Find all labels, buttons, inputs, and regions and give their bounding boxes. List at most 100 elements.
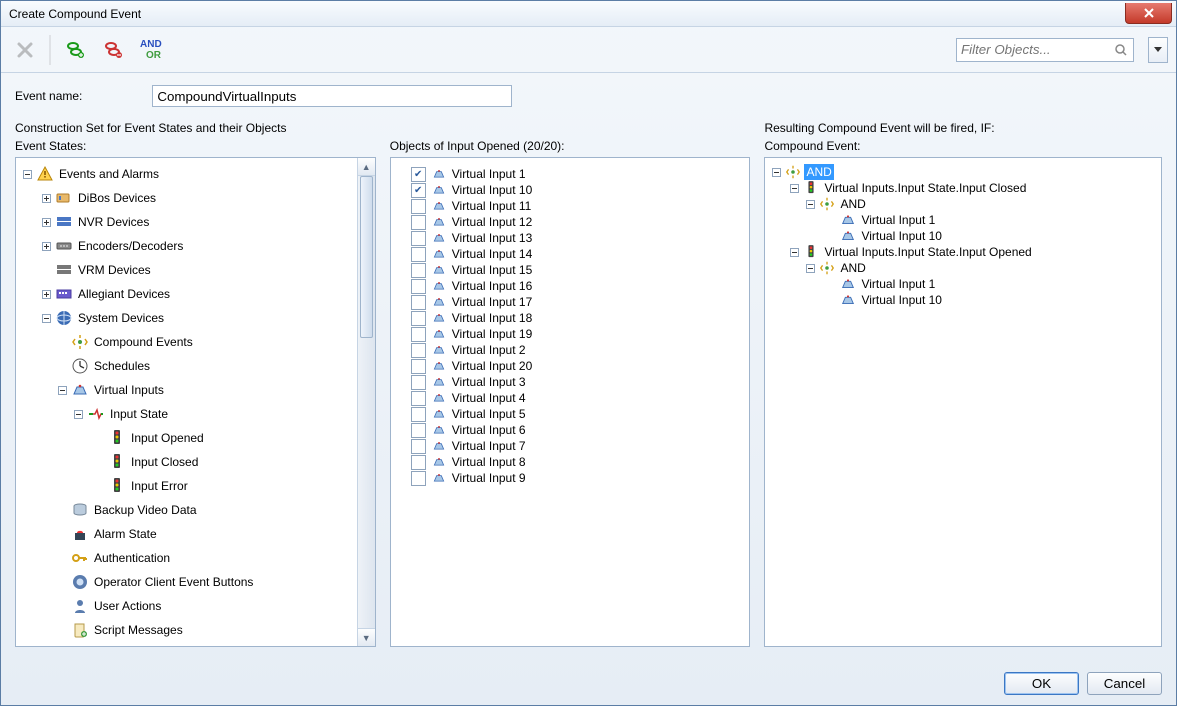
expand-toggle[interactable] xyxy=(41,193,52,204)
object-checkbox[interactable]: ✔ xyxy=(411,183,426,198)
tree-node[interactable]: Allegiant Devices xyxy=(76,286,172,302)
tree-node[interactable]: System Devices xyxy=(76,310,166,326)
tree-node[interactable]: Virtual Inputs xyxy=(92,382,166,398)
compound-event-tree[interactable]: AND Virtual Inputs.Input State.Input Clo… xyxy=(764,157,1162,647)
scroll-down-icon[interactable]: ▼ xyxy=(358,628,375,646)
result-root-and[interactable]: AND xyxy=(804,164,833,180)
result-node[interactable]: Virtual Input 1 xyxy=(859,212,937,228)
result-node[interactable]: Virtual Inputs.Input State.Input Opened xyxy=(822,244,1033,260)
object-checkbox[interactable] xyxy=(411,215,426,230)
tree-node[interactable]: Input Error xyxy=(129,478,190,494)
collapse-toggle[interactable] xyxy=(73,409,84,420)
collapse-toggle[interactable] xyxy=(57,385,68,396)
object-checkbox[interactable] xyxy=(411,263,426,278)
object-row[interactable]: Virtual Input 15 xyxy=(391,262,750,278)
object-checkbox[interactable] xyxy=(411,199,426,214)
object-checkbox[interactable] xyxy=(411,423,426,438)
object-checkbox[interactable] xyxy=(411,295,426,310)
tree-node[interactable]: Authentication xyxy=(92,550,172,566)
expand-toggle[interactable] xyxy=(41,217,52,228)
object-row[interactable]: Virtual Input 6 xyxy=(391,422,750,438)
collapse-toggle[interactable] xyxy=(805,263,816,274)
object-row[interactable]: Virtual Input 5 xyxy=(391,406,750,422)
object-row[interactable]: Virtual Input 11 xyxy=(391,198,750,214)
collapse-toggle[interactable] xyxy=(22,169,33,180)
object-checkbox[interactable] xyxy=(411,343,426,358)
object-row[interactable]: ✔Virtual Input 10 xyxy=(391,182,750,198)
tree-node[interactable]: Input Opened xyxy=(129,430,206,446)
result-node[interactable]: Virtual Input 10 xyxy=(859,292,944,308)
scroll-thumb[interactable] xyxy=(360,176,373,338)
object-row[interactable]: Virtual Input 19 xyxy=(391,326,750,342)
event-states-scrollbar[interactable]: ▲ ▼ xyxy=(357,158,375,646)
scroll-up-icon[interactable]: ▲ xyxy=(358,158,375,176)
tree-node[interactable]: Input State xyxy=(108,406,170,422)
object-row[interactable]: ✔Virtual Input 1 xyxy=(391,166,750,182)
tree-node[interactable]: User Actions xyxy=(92,598,163,614)
object-checkbox[interactable] xyxy=(411,439,426,454)
objects-list[interactable]: ✔Virtual Input 1✔Virtual Input 10Virtual… xyxy=(390,157,751,647)
object-checkbox[interactable] xyxy=(411,471,426,486)
object-row[interactable]: Virtual Input 7 xyxy=(391,438,750,454)
collapse-toggle[interactable] xyxy=(789,247,800,258)
result-node[interactable]: Virtual Input 1 xyxy=(859,276,937,292)
add-condition-button[interactable] xyxy=(59,34,91,66)
object-checkbox[interactable] xyxy=(411,407,426,422)
ok-button[interactable]: OK xyxy=(1004,672,1079,695)
and-or-toggle[interactable]: AND OR xyxy=(135,32,167,68)
close-button[interactable] xyxy=(1125,3,1172,24)
object-row[interactable]: Virtual Input 3 xyxy=(391,374,750,390)
object-row[interactable]: Virtual Input 14 xyxy=(391,246,750,262)
object-row[interactable]: Virtual Input 16 xyxy=(391,278,750,294)
tree-node[interactable]: NVR Devices xyxy=(76,214,151,230)
tree-node[interactable]: Backup Video Data xyxy=(92,502,199,518)
remove-condition-button[interactable] xyxy=(97,34,129,66)
tree-node[interactable]: Script Messages xyxy=(92,622,185,638)
tree-node[interactable]: Schedules xyxy=(92,358,152,374)
object-row[interactable]: Virtual Input 2 xyxy=(391,342,750,358)
filter-dropdown-button[interactable] xyxy=(1148,37,1168,63)
object-checkbox[interactable] xyxy=(411,279,426,294)
expand-toggle[interactable] xyxy=(41,289,52,300)
object-checkbox[interactable] xyxy=(411,391,426,406)
object-row[interactable]: Virtual Input 20 xyxy=(391,358,750,374)
collapse-toggle[interactable] xyxy=(789,183,800,194)
collapse-toggle[interactable] xyxy=(805,199,816,210)
object-checkbox[interactable] xyxy=(411,327,426,342)
cancel-button[interactable]: Cancel xyxy=(1087,672,1162,695)
object-checkbox[interactable] xyxy=(411,311,426,326)
object-checkbox[interactable]: ✔ xyxy=(411,167,426,182)
tree-node[interactable]: Events and Alarms xyxy=(57,166,161,182)
delete-button[interactable] xyxy=(9,34,41,66)
event-states-tree[interactable]: Events and Alarms DiBos Devices NVR Devi… xyxy=(15,157,376,647)
tree-node[interactable]: Encoders/Decoders xyxy=(76,238,185,254)
tree-node[interactable]: Compound Events xyxy=(92,334,195,350)
object-checkbox[interactable] xyxy=(411,247,426,262)
object-checkbox[interactable] xyxy=(411,231,426,246)
filter-objects-input[interactable] xyxy=(956,38,1134,62)
object-row[interactable]: Virtual Input 17 xyxy=(391,294,750,310)
object-row[interactable]: Virtual Input 13 xyxy=(391,230,750,246)
event-name-input[interactable] xyxy=(152,85,512,107)
tree-node[interactable]: VRM Devices xyxy=(76,262,153,278)
tree-node[interactable]: Operator Client Event Buttons xyxy=(92,574,255,590)
object-checkbox[interactable] xyxy=(411,375,426,390)
result-node[interactable]: AND xyxy=(838,260,867,276)
expand-toggle[interactable] xyxy=(41,241,52,252)
object-checkbox[interactable] xyxy=(411,455,426,470)
object-row[interactable]: Virtual Input 12 xyxy=(391,214,750,230)
result-node[interactable]: Virtual Inputs.Input State.Input Closed xyxy=(822,180,1028,196)
result-node[interactable]: AND xyxy=(838,196,867,212)
tree-node[interactable]: Input Closed xyxy=(129,454,200,470)
tree-node[interactable]: Alarm State xyxy=(92,526,159,542)
object-row[interactable]: Virtual Input 9 xyxy=(391,470,750,486)
object-row[interactable]: Virtual Input 18 xyxy=(391,310,750,326)
result-node[interactable]: Virtual Input 10 xyxy=(859,228,944,244)
object-row[interactable]: Virtual Input 4 xyxy=(391,390,750,406)
object-row[interactable]: Virtual Input 8 xyxy=(391,454,750,470)
collapse-toggle[interactable] xyxy=(41,313,52,324)
collapse-toggle[interactable] xyxy=(771,167,782,178)
object-checkbox[interactable] xyxy=(411,359,426,374)
tree-node[interactable]: DiBos Devices xyxy=(76,190,158,206)
object-label: Virtual Input 16 xyxy=(452,279,533,293)
